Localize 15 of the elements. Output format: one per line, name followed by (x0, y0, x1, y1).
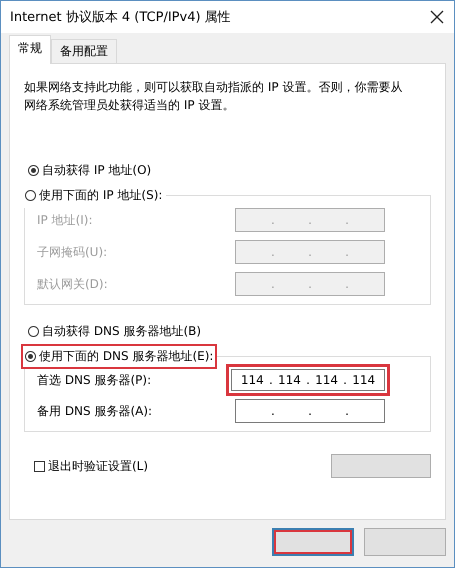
radio-option[interactable]: 使用下面的 DNS 服务器地址(E): (21, 344, 218, 369)
field-label: 子网掩码(U): (37, 244, 108, 260)
validate-checkbox[interactable]: 退出时验证设置(L) (34, 458, 148, 474)
field-label: 首选 DNS 服务器(P): (37, 372, 152, 388)
field-label: IP 地址(I): (37, 212, 93, 228)
tab[interactable]: 备用配置 (51, 39, 117, 63)
dialog-button[interactable] (272, 528, 354, 556)
tab[interactable]: 常规 (9, 35, 51, 64)
field-label: 备用 DNS 服务器(A): (37, 402, 152, 420)
close-icon[interactable] (430, 10, 444, 24)
window-title: Internet 协议版本 4 (TCP/IPv4) 属性 (10, 9, 231, 26)
ip-address-field[interactable]: . . . (235, 399, 385, 423)
description-text: 如果网络支持此功能，则可以获取自动指派的 IP 设置。否则，你需要从网络系统管理员处获得适当的 IP 设置。 (24, 79, 404, 114)
ip-address-field[interactable]: 114 . 114 . 114 . 114 (226, 364, 390, 396)
field-label: 默认网关(D): (37, 276, 108, 292)
